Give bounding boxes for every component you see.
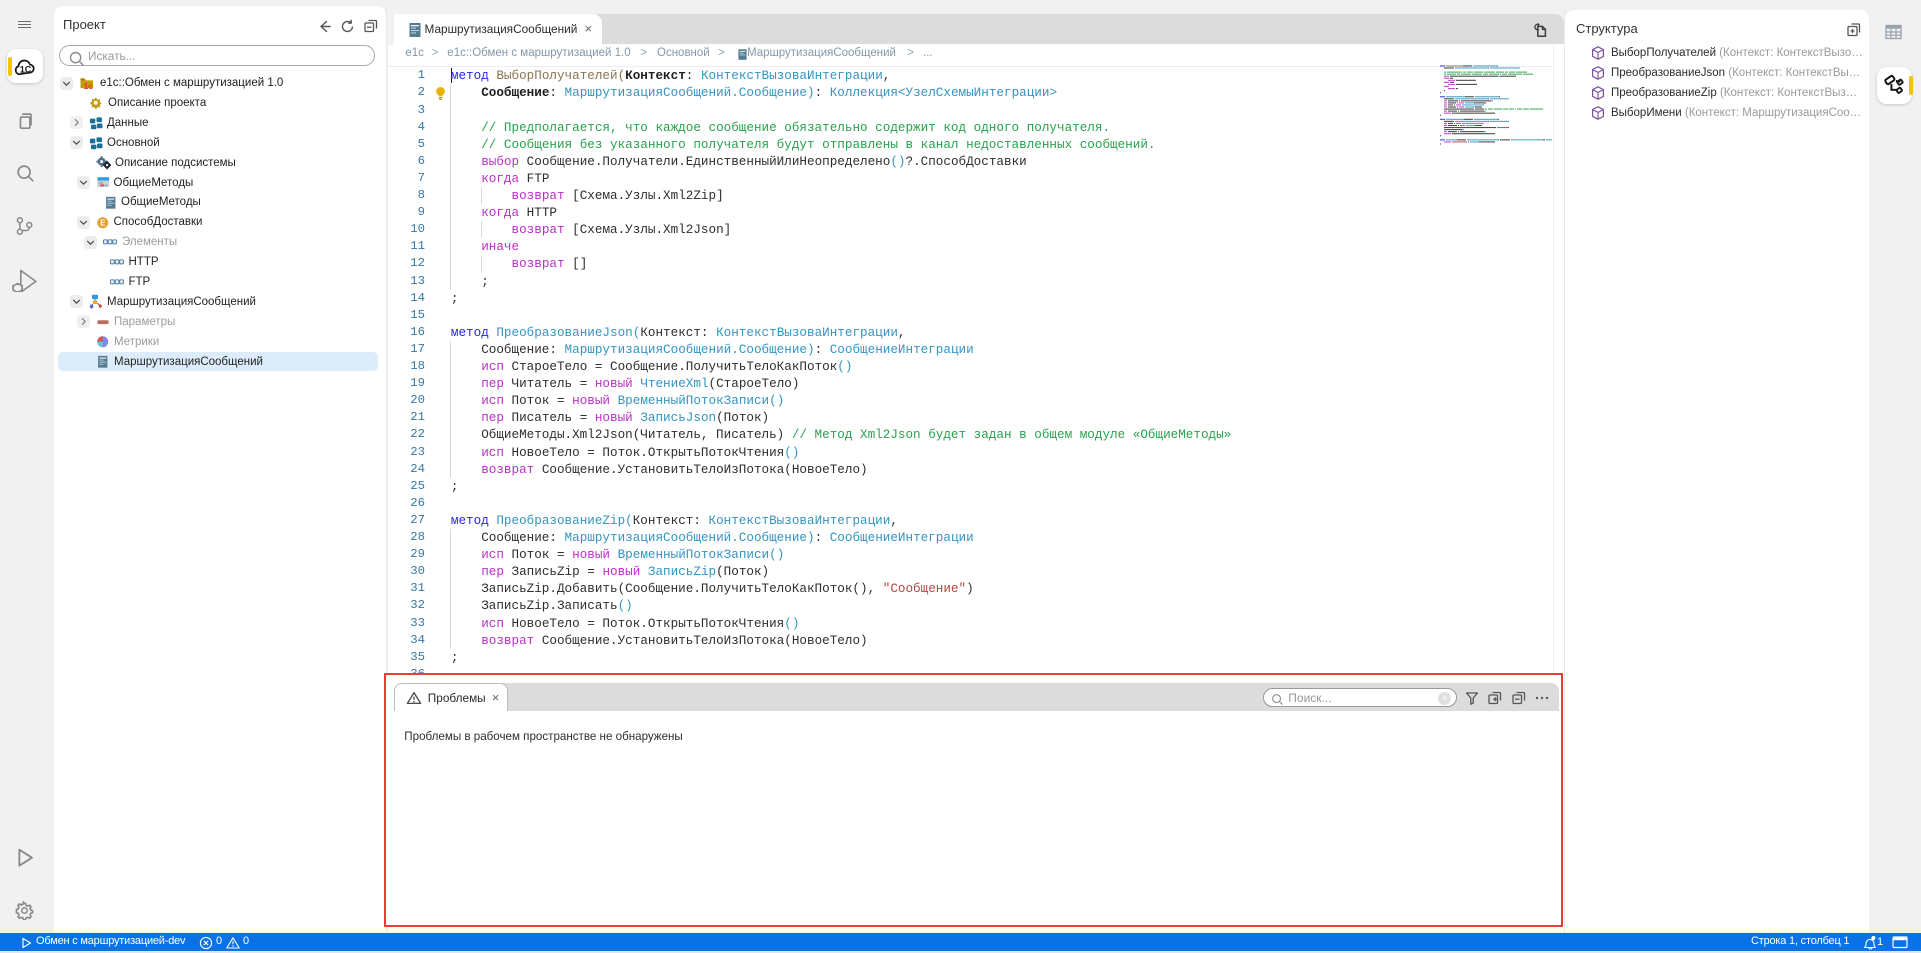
svg-text:1С: 1С (20, 64, 32, 74)
svg-text:1c: 1c (84, 82, 94, 90)
svg-text:E: E (100, 218, 106, 227)
